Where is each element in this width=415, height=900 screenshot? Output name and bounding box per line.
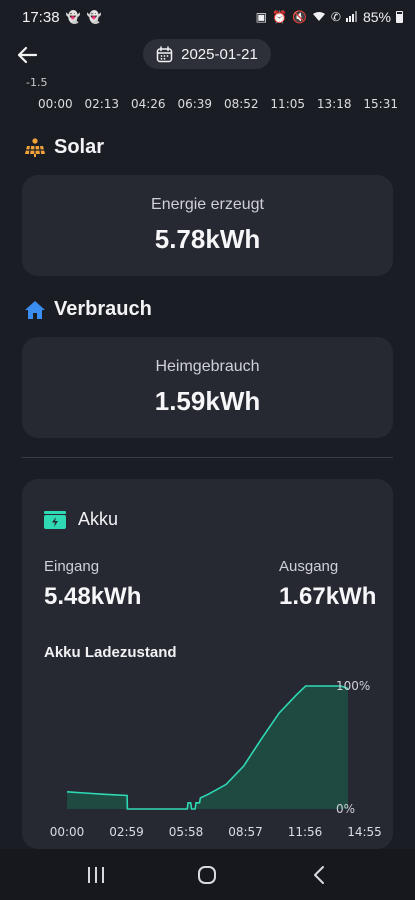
soc-x-tick: 00:00	[50, 825, 85, 839]
solar-title: Solar	[54, 136, 105, 158]
solar-heading: Solar	[24, 136, 104, 159]
home-button[interactable]	[187, 855, 227, 895]
status-right: ▣ ⏰ 🔇 ✆ 85%	[256, 9, 403, 25]
battery-input-value: 5.48kWh	[44, 583, 142, 610]
solar-panel-icon	[25, 137, 45, 157]
top-chart-y-tick: -1.5	[26, 76, 48, 89]
status-left: 17:38 👻 👻	[22, 9, 101, 26]
snapchat-icon: 👻	[86, 10, 102, 24]
battery-output-label: Ausgang	[279, 558, 339, 575]
gallery-icon: ▣	[255, 10, 267, 24]
soc-x-tick: 08:57	[228, 825, 263, 839]
home-icon	[25, 300, 45, 319]
battery-title: Akku	[78, 509, 119, 529]
consumption-card: Heimgebrauch 1.59kWh	[22, 337, 393, 438]
status-time: 17:38	[22, 8, 60, 26]
alarm-icon: ⏰	[272, 10, 287, 24]
soc-chart: 100% 0% 00:00 02:59 05:58 08:57 11:56 14:55	[50, 679, 382, 839]
solar-value: 5.78kWh	[154, 224, 261, 254]
top-chart-x-tick: 02:13	[84, 97, 120, 111]
battery-output-stat: Ausgang 1.67kWh	[279, 558, 376, 611]
soc-area-fill	[67, 686, 348, 809]
soc-x-tick: 02:59	[109, 825, 144, 839]
soc-x-tick: 14:55	[347, 825, 382, 839]
back-button[interactable]	[12, 40, 42, 70]
top-chart-x-tick: 15:31	[363, 97, 398, 111]
battery-percent: 85%	[362, 9, 391, 25]
battery-icon	[396, 11, 403, 23]
top-chart-x-tick: 13:18	[316, 97, 352, 111]
calendar-icon	[156, 45, 173, 62]
section-divider	[22, 457, 393, 458]
top-chart-x-tick: 04:26	[130, 97, 166, 111]
consumption-label: Heimgebrauch	[155, 358, 260, 375]
top-chart-x-axis: 00:00 02:13 04:26 06:39 08:52 11:05 13:1…	[38, 97, 398, 111]
battery-input-label: Eingang	[44, 558, 100, 575]
battery-card: Akku Eingang 5.48kWh Ausgang 1.67kWh Akk…	[22, 479, 393, 849]
solar-card: Energie erzeugt 5.78kWh	[22, 175, 393, 276]
back-nav-icon	[314, 865, 325, 884]
snapchat-icon: 👻	[65, 10, 81, 24]
battery-heading: Akku	[44, 509, 118, 530]
mute-icon: 🔇	[291, 10, 307, 24]
battery-output-value: 1.67kWh	[279, 583, 377, 610]
soc-x-tick: 11:56	[288, 825, 323, 839]
status-bar: 17:38 👻 👻 ▣ ⏰ 🔇 ✆ 85%	[0, 0, 415, 34]
system-nav-bar	[0, 849, 415, 900]
battery-charging-icon	[44, 510, 66, 529]
soc-y-tick: 100%	[336, 679, 370, 693]
back-nav-button[interactable]	[299, 855, 339, 895]
date-picker[interactable]: 2025-01-21	[143, 39, 271, 69]
soc-y-tick: 0%	[336, 802, 355, 816]
home-button-icon	[198, 865, 217, 884]
signal-icon	[345, 10, 358, 24]
top-chart-x-tick: 06:39	[177, 97, 213, 111]
call-icon: ✆	[330, 10, 341, 24]
recent-apps-icon	[87, 866, 104, 883]
recent-apps-button[interactable]	[76, 855, 116, 895]
top-chart-x-tick: 00:00	[38, 97, 73, 111]
top-chart-x-tick: 08:52	[223, 97, 259, 111]
soc-x-tick: 05:58	[169, 825, 204, 839]
solar-label: Energie erzeugt	[151, 196, 264, 213]
consumption-value: 1.59kWh	[154, 386, 261, 416]
consumption-heading: Verbrauch	[24, 298, 152, 321]
top-chart-x-tick: 11:05	[270, 97, 306, 111]
consumption-title: Verbrauch	[54, 298, 152, 320]
app-bar: 2025-01-21	[0, 36, 415, 72]
battery-input-stat: Eingang 5.48kWh	[44, 558, 141, 611]
soc-chart-title: Akku Ladezustand	[44, 644, 177, 661]
back-arrow-icon	[17, 46, 38, 64]
wifi-icon	[312, 11, 326, 24]
date-label: 2025-01-21	[181, 45, 258, 63]
